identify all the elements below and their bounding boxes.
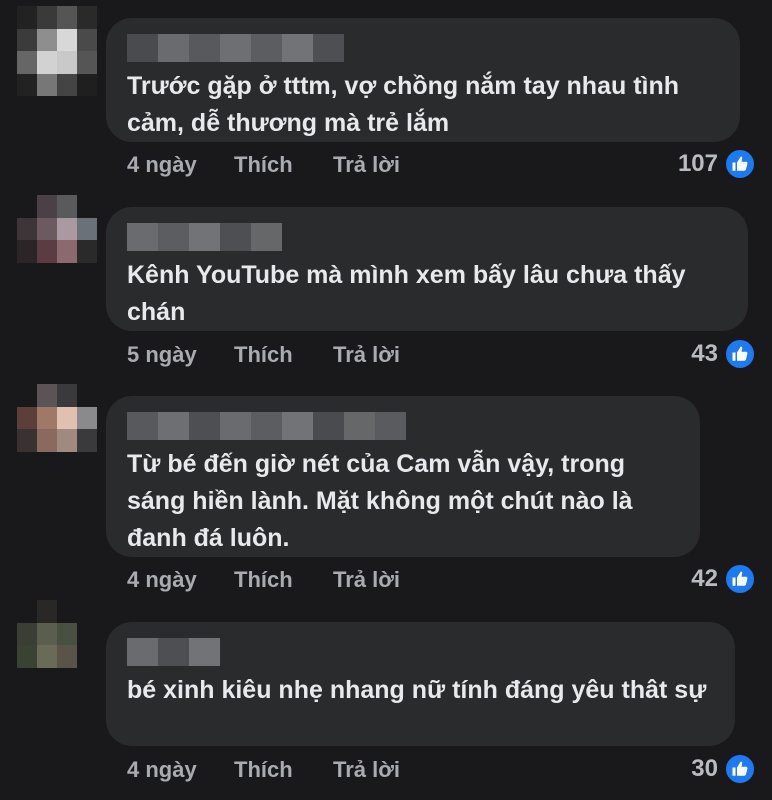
reaction-count-value: 30: [691, 755, 718, 782]
reaction-count-value: 42: [691, 565, 718, 592]
reaction-count[interactable]: 43: [691, 338, 756, 370]
comment-bubble: Kênh YouTube mà mình xem bấy lâu chưa th…: [106, 207, 748, 331]
thumbs-up-icon: [724, 338, 756, 370]
avatar[interactable]: [17, 6, 97, 96]
reply-button[interactable]: Trả lời: [333, 567, 400, 593]
like-button[interactable]: Thích: [234, 152, 333, 178]
thumbs-up-icon: [724, 563, 756, 595]
comment-text: bé xinh kiêu nhẹ nhang nữ tính đáng yêu …: [127, 676, 707, 704]
comment-text: Trước gặp ở tttm, vợ chồng nắm tay nhau …: [127, 72, 680, 137]
like-button[interactable]: Thích: [234, 342, 333, 368]
comment-timestamp[interactable]: 4 ngày: [127, 567, 234, 593]
comment-text: Từ bé đến giờ nét của Cam vẫn vậy, trong…: [127, 450, 633, 552]
comment-actions: 4 ngày Thích Trả lời: [127, 567, 400, 593]
like-button[interactable]: Thích: [234, 567, 333, 593]
reply-button[interactable]: Trả lời: [333, 342, 400, 368]
comment-actions: 4 ngày Thích Trả lời: [127, 152, 400, 178]
commenter-name-blurred[interactable]: [127, 638, 713, 666]
reaction-count[interactable]: 42: [691, 563, 756, 595]
thumbs-up-icon: [724, 753, 756, 785]
comment-timestamp[interactable]: 5 ngày: [127, 342, 234, 368]
comment-timestamp[interactable]: 4 ngày: [127, 152, 234, 178]
comment-bubble: Trước gặp ở tttm, vợ chồng nắm tay nhau …: [106, 18, 740, 142]
commenter-name-blurred[interactable]: [127, 223, 726, 251]
comment-timestamp[interactable]: 4 ngày: [127, 757, 234, 783]
avatar[interactable]: [17, 195, 97, 285]
comment-bubble: Từ bé đến giờ nét của Cam vẫn vậy, trong…: [106, 396, 700, 557]
avatar[interactable]: [17, 600, 97, 690]
comment-text: Kênh YouTube mà mình xem bấy lâu chưa th…: [127, 261, 686, 326]
reaction-count[interactable]: 107: [678, 148, 756, 180]
commenter-name-blurred[interactable]: [127, 412, 678, 440]
comment-actions: 5 ngày Thích Trả lời: [127, 342, 400, 368]
reaction-count-value: 43: [691, 340, 718, 367]
commenter-name-blurred[interactable]: [127, 34, 718, 62]
like-button[interactable]: Thích: [234, 757, 333, 783]
reply-button[interactable]: Trả lời: [333, 152, 400, 178]
reaction-count[interactable]: 30: [691, 753, 756, 785]
reply-button[interactable]: Trả lời: [333, 757, 400, 783]
comment-bubble: bé xinh kiêu nhẹ nhang nữ tính đáng yêu …: [106, 622, 735, 746]
thumbs-up-icon: [724, 148, 756, 180]
comment-actions: 4 ngày Thích Trả lời: [127, 757, 400, 783]
avatar[interactable]: [17, 384, 97, 474]
reaction-count-value: 107: [677, 150, 718, 177]
